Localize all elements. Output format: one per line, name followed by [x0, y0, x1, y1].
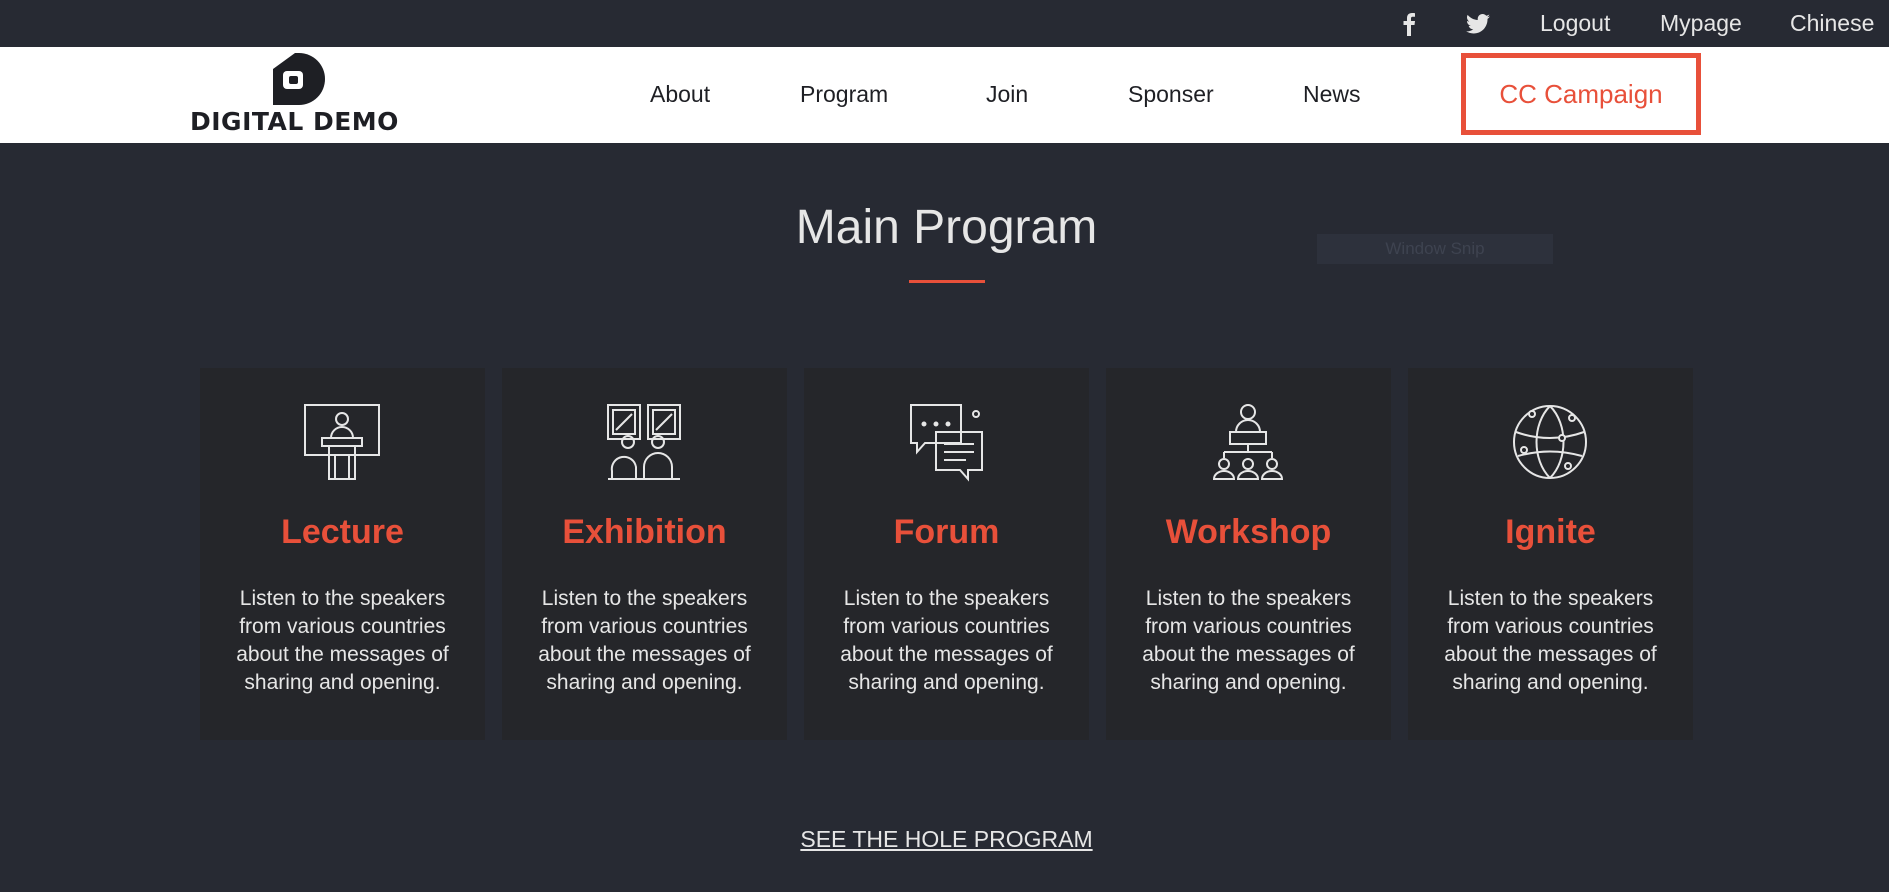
card-description: Listen to the speakers from various coun…: [236, 587, 449, 694]
card-description: Listen to the speakers from various coun…: [1142, 587, 1355, 694]
card-description: Listen to the speakers from various coun…: [1444, 587, 1657, 694]
nav-program[interactable]: Program: [800, 81, 888, 108]
nav-about[interactable]: About: [650, 81, 710, 108]
nav-sponser[interactable]: Sponser: [1128, 81, 1214, 108]
window-snip-overlay: Window Snip: [1317, 234, 1553, 264]
main-header: DIGITAL DEMO About Program Join Sponser …: [0, 47, 1889, 143]
program-card-ignite[interactable]: Ignite Listen to the speakers from vario…: [1408, 368, 1693, 740]
workshop-icon: [1208, 402, 1288, 482]
top-utility-bar: Logout Mypage Chinese: [0, 0, 1889, 47]
card-title: Lecture: [281, 513, 404, 551]
twitter-icon[interactable]: [1465, 11, 1491, 37]
card-title: Forum: [893, 513, 1000, 551]
forum-icon: [906, 402, 986, 482]
mypage-link[interactable]: Mypage: [1660, 10, 1742, 37]
exhibition-icon: [604, 402, 684, 482]
program-card-workshop[interactable]: Workshop Listen to the speakers from var…: [1106, 368, 1391, 740]
lecture-icon: [302, 402, 382, 482]
card-description: Listen to the speakers from various coun…: [538, 587, 751, 694]
logo-mark-icon: [265, 53, 325, 107]
program-card-lecture[interactable]: Lecture Listen to the speakers from vari…: [200, 368, 485, 740]
see-whole-program-link[interactable]: SEE THE HOLE PROGRAM: [0, 826, 1889, 853]
site-logo[interactable]: DIGITAL DEMO: [190, 51, 420, 141]
program-card-exhibition[interactable]: Exhibition Listen to the speakers from v…: [502, 368, 787, 740]
section-title: Main Program: [795, 201, 1098, 254]
card-description: Listen to the speakers from various coun…: [840, 587, 1053, 694]
facebook-icon[interactable]: [1396, 11, 1422, 37]
nav-join[interactable]: Join: [986, 81, 1028, 108]
program-card-forum[interactable]: Forum Listen to the speakers from variou…: [804, 368, 1089, 740]
language-chinese-link[interactable]: Chinese: [1790, 10, 1874, 37]
card-title: Workshop: [1165, 513, 1332, 551]
title-divider: [909, 280, 985, 283]
card-title: Exhibition: [562, 513, 727, 551]
logout-link[interactable]: Logout: [1540, 10, 1610, 37]
cc-campaign-button[interactable]: CC Campaign: [1461, 53, 1701, 135]
logo-text: DIGITAL DEMO: [190, 107, 399, 136]
ignite-icon: [1510, 402, 1590, 482]
nav-news[interactable]: News: [1303, 81, 1361, 108]
card-title: Ignite: [1505, 513, 1596, 551]
